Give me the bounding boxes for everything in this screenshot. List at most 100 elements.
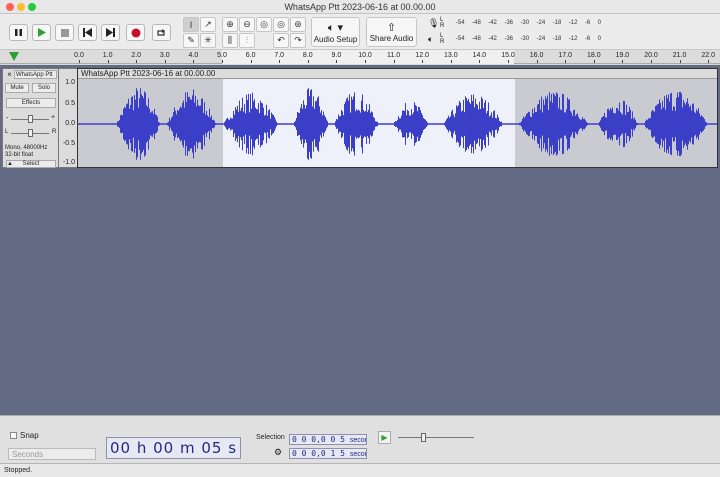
- selection-start-value: 0 0 0,0 0 5: [292, 435, 345, 444]
- selection-unit[interactable]: seconds: [350, 437, 366, 444]
- undo-button[interactable]: ↶: [273, 33, 289, 48]
- timeline-ruler[interactable]: 0.0 1.0 2.0 3.0 4.0 5.0 6.0 7.0 8.0 9.0 10.0 11.0 12…: [0, 50, 720, 64]
- selection-tool[interactable]: I: [183, 17, 199, 32]
- record-button[interactable]: [126, 24, 145, 41]
- speaker-icon: 🔈︎: [428, 34, 434, 44]
- audio-setup-button[interactable]: 🔈︎ ▾ Audio Setup: [311, 17, 360, 47]
- solo-button[interactable]: Solo: [32, 83, 56, 93]
- ruler-tick-mark: [651, 60, 652, 63]
- amplitude-scale[interactable]: 1.0 0.5 0.0 -0.5 -1.0: [59, 68, 77, 168]
- fit-project-button[interactable]: ◎: [273, 17, 289, 32]
- pause-button[interactable]: [9, 24, 28, 41]
- gain-slider[interactable]: [28, 115, 33, 123]
- ruler-tick-mark: [164, 60, 166, 63]
- ruler-tick-mark: [708, 60, 710, 63]
- meter-tick: -30: [520, 20, 530, 26]
- play-button[interactable]: [32, 24, 51, 41]
- ruler-tick-label: 16.0: [529, 52, 544, 59]
- record-meter-scale: -54 -48 -42 -36 -30 -24 -18 -12 -6 0: [456, 20, 601, 26]
- loop-icon: [157, 28, 165, 36]
- amplitude-tick: 0.5: [65, 100, 75, 107]
- selection-end-field[interactable]: 0 0 0,0 1 5 seconds: [289, 448, 367, 459]
- zoom-out-button[interactable]: ⊖: [239, 17, 255, 32]
- waveform: [78, 88, 717, 160]
- ruler-tick-label: 22.0: [701, 52, 715, 59]
- snap-toggle[interactable]: Snap: [10, 431, 39, 440]
- ruler-tick-label: 5.0: [217, 52, 227, 59]
- zoom-in-button[interactable]: ⊕: [222, 17, 238, 32]
- selection-start-field[interactable]: 0 0 0,0 0 5 seconds: [289, 434, 367, 445]
- track-name-menu[interactable]: WhatsApp Ptt: [14, 70, 57, 79]
- snap-checkbox[interactable]: [10, 432, 17, 439]
- playback-speed-slider[interactable]: [421, 433, 426, 442]
- loop-button[interactable]: [152, 24, 171, 41]
- gain-minus-icon: -: [6, 115, 9, 122]
- ruler-tick-mark: [593, 60, 595, 63]
- zoom-in-icon: ⊕: [226, 19, 234, 29]
- effects-button[interactable]: Effects: [6, 98, 56, 108]
- envelope-tool[interactable]: ↗: [200, 17, 216, 32]
- meter-tick: -36: [504, 20, 513, 26]
- pan-slider[interactable]: [28, 129, 33, 137]
- selection-unit[interactable]: seconds: [350, 451, 366, 458]
- close-track-icon[interactable]: ×: [5, 70, 14, 79]
- meter-tick: -12: [568, 36, 578, 42]
- skip-start-button[interactable]: [78, 24, 97, 41]
- zoom-toggle-button[interactable]: ⊛: [290, 17, 306, 32]
- pan-right-label: R: [52, 129, 57, 135]
- meter-tick: 0: [597, 36, 601, 42]
- window-title: WhatsApp Ptt 2023-06-16 at 00.00.00: [284, 2, 436, 12]
- ruler-tick-label: 13.0: [443, 52, 458, 59]
- clip-title[interactable]: WhatsApp Ptt 2023-06-16 at 00.00.00: [78, 69, 717, 79]
- audio-clip[interactable]: WhatsApp Ptt 2023-06-16 at 00.00.00: [77, 68, 718, 168]
- playback-meter[interactable]: 🔈︎ LR -54 -48 -42 -36 -30 -24 -18 -12 -6…: [428, 33, 601, 47]
- meter-tick: -12: [568, 20, 578, 26]
- ruler-tick-mark: [336, 60, 338, 63]
- play-head-indicator-icon[interactable]: [9, 52, 19, 61]
- ruler-tick-label: 19.0: [615, 52, 630, 59]
- multi-tool[interactable]: ✳: [200, 33, 216, 48]
- ruler-tick-label: 11.0: [387, 52, 401, 59]
- skip-end-button[interactable]: [101, 24, 120, 41]
- redo-button[interactable]: ↷: [290, 33, 306, 48]
- snap-unit-select[interactable]: Seconds: [8, 448, 96, 460]
- gain-plus-icon: +: [51, 114, 56, 121]
- meter-tick: -18: [552, 20, 562, 26]
- zoom-out-icon: ⊖: [243, 19, 251, 29]
- ruler-tick-mark: [679, 60, 681, 63]
- stop-button[interactable]: [55, 24, 74, 41]
- trim-audio-button[interactable]: ⫼: [222, 33, 238, 48]
- track-area[interactable]: × WhatsApp Ptt Mute Solo Effects - + L R…: [0, 65, 720, 428]
- snap-label: Snap: [20, 431, 39, 440]
- ruler-tick-mark: [508, 60, 509, 63]
- select-track-button[interactable]: Select: [6, 160, 56, 168]
- collapse-track-icon[interactable]: ▲: [7, 160, 13, 168]
- mute-button[interactable]: Mute: [5, 83, 29, 93]
- ruler-tick-label: 9.0: [331, 52, 342, 59]
- ruler-tick-label: 7.0: [274, 52, 285, 59]
- track-info: Mono, 48000Hz 32-bit float: [5, 145, 47, 159]
- draw-tool[interactable]: ✎: [183, 33, 199, 48]
- ruler-tick-label: 18.0: [586, 52, 601, 59]
- gear-icon[interactable]: ⚙: [274, 447, 282, 458]
- play-at-speed-button[interactable]: ▶: [378, 431, 391, 444]
- fit-selection-button[interactable]: ◎: [256, 17, 272, 32]
- ruler-tick-mark: [79, 60, 80, 63]
- ruler-tick-label: 8.0: [302, 52, 313, 59]
- ruler-tick-label: 14.0: [472, 52, 487, 59]
- selection-toolbar: Snap Seconds 00 h 00 m 05 s Selection ⚙ …: [0, 415, 720, 463]
- record-meter[interactable]: 🎙︎ LR -54 -48 -42 -36 -30 -24 -18 -12 -6…: [428, 17, 601, 31]
- pencil-icon: ✎: [187, 35, 195, 45]
- skip-start-icon: [83, 28, 92, 37]
- silence-audio-button[interactable]: ⫶: [239, 33, 255, 48]
- waveform-display[interactable]: [78, 79, 717, 167]
- share-audio-button[interactable]: ⇧ Share Audio: [366, 17, 417, 47]
- record-icon: [131, 28, 140, 37]
- audio-setup-label: Audio Setup: [313, 34, 358, 44]
- ruler-tick-mark: [422, 60, 424, 63]
- amplitude-tick: 1.0: [65, 79, 75, 86]
- meter-tick: -42: [488, 36, 497, 42]
- meter-tick: -24: [536, 36, 546, 42]
- time-display[interactable]: 00 h 00 m 05 s: [106, 437, 241, 459]
- zoom-toggle-icon: ⊛: [294, 19, 302, 29]
